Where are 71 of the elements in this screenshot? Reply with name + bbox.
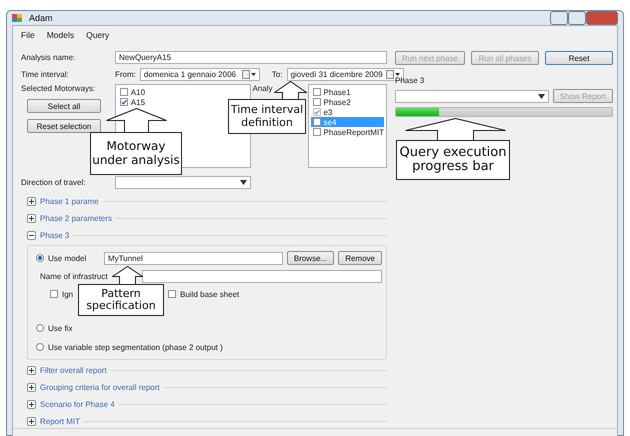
toolbar-button[interactable]: Reset [545,51,614,65]
checkbox[interactable] [168,290,176,298]
radio-label: Use model [48,254,88,262]
menu-item[interactable]: Query [86,30,110,40]
infrastructure-field[interactable] [142,270,382,282]
radio-button[interactable] [36,324,44,332]
list-item[interactable]: Phase1 [310,87,384,97]
checkbox[interactable] [50,290,58,298]
checkbox[interactable] [312,98,321,106]
expand-icon[interactable] [27,214,36,222]
radio-button[interactable] [36,254,44,262]
list-item[interactable]: e3 [310,107,384,117]
field-label: To: [272,70,283,78]
checkbox[interactable] [120,98,128,106]
calendar-icon[interactable] [386,70,400,78]
list-item-label[interactable]: A15 [130,98,146,106]
section-title[interactable]: Scenario for Phase 4 [40,400,115,408]
radio-label: Use variable step segmentation (phase 2 output ) [48,342,223,352]
section-title[interactable]: Phase 2 parameters [40,214,112,222]
analysis-name-field[interactable]: NewQueryA15 [115,50,387,64]
model-field[interactable]: MyTunnel [104,252,283,264]
field-label: From: [115,70,136,78]
expand-icon[interactable] [27,196,36,206]
field-label: Analy [252,84,273,93]
section-title[interactable]: Report MIT [40,416,80,426]
dropdown-arrow-icon[interactable] [538,94,545,98]
field-label: Direction of travel: [21,178,86,186]
checkbox[interactable] [120,88,128,96]
field-label: Time interval: [21,70,70,78]
callout-arrow [112,266,143,284]
remove-button[interactable]: Remove [338,251,382,265]
menu-item[interactable]: Models [46,30,74,40]
calendar-icon[interactable] [242,70,256,78]
callout: Query execution progress bar [396,140,510,180]
checkbox[interactable] [312,128,321,136]
radio-label: Use fix [48,324,72,332]
date-field[interactable]: domenica 1 gennaio 2006 [140,68,260,80]
section-title[interactable]: Filter overall report [40,366,107,374]
minimize-button[interactable] [550,11,568,25]
app-icon [12,13,23,23]
field-label: Name of infrastruct [39,272,108,280]
list-item[interactable]: Phase2 [310,97,384,107]
collapse-icon[interactable] [27,230,36,240]
section-title[interactable]: Phase 1 parame [40,196,99,206]
checkbox-label: Build base sheet [180,290,240,298]
field-label: Selected Motorways: [21,84,96,93]
list-item-label[interactable]: A10 [130,88,146,96]
callout: Time interval definition [228,99,306,134]
checkbox-label: Ign [62,290,74,298]
callout: Pattern specification [78,284,164,316]
maximize-button[interactable] [568,11,586,25]
close-button[interactable] [586,11,618,25]
expand-icon[interactable] [27,416,36,426]
browse-button[interactable]: Browse... [286,251,334,265]
radio-button[interactable] [36,343,44,351]
dropdown-arrow-icon[interactable] [240,180,247,184]
section-title[interactable]: Phase 3 [40,230,70,240]
menu-item[interactable]: File [21,30,35,40]
reset-selection-button[interactable]: Reset selection [27,119,101,133]
section-title[interactable]: Grouping criteria for overall report [40,382,160,392]
window-title: Adam [29,13,53,23]
expand-icon[interactable] [27,366,36,374]
expand-icon[interactable] [27,382,36,392]
field-label: Analysis name: [21,52,76,62]
select-all-button[interactable]: Select all [27,99,101,113]
expand-icon[interactable] [27,400,36,408]
checkbox[interactable] [312,118,321,126]
list-item[interactable]: PhaseReportMIT [310,127,384,137]
checkbox[interactable] [312,108,321,116]
checkbox[interactable] [312,88,321,96]
callout: Motorway under analysis [90,132,182,175]
